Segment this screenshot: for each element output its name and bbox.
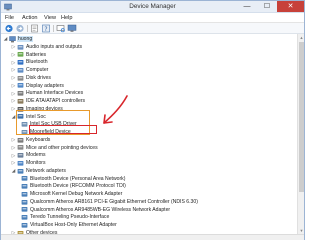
vertical-scrollbar[interactable]: ▲ ▼: [297, 34, 304, 234]
collapse-chevron-icon[interactable]: ◢: [3, 36, 8, 42]
expand-chevron-icon[interactable]: ▷: [11, 60, 16, 66]
annotation-arrow-icon: [103, 95, 128, 124]
toolbar-separator: [27, 25, 28, 32]
scroll-down-arrow-icon[interactable]: ▼: [298, 227, 305, 234]
disk-icon: [17, 75, 24, 81]
tree-item-label: Bluetooth Device (Personal Area Network): [30, 175, 126, 182]
modem-icon: [17, 153, 24, 158]
title-bar: Device Manager — ☐ ✕: [1, 1, 304, 13]
forward-icon[interactable]: [15, 24, 25, 33]
expand-chevron-icon[interactable]: ▷: [11, 98, 16, 104]
tree-item-label: Computer: [26, 67, 49, 74]
status-bar: [1, 234, 304, 240]
expand-chevron-icon[interactable]: ▷: [11, 153, 16, 159]
expand-chevron-icon[interactable]: ▷: [11, 137, 16, 143]
expand-chevron-icon[interactable]: ▷: [11, 145, 16, 151]
scroll-thumb[interactable]: [299, 42, 304, 192]
menu-bar: File Action View Help: [1, 13, 304, 23]
monitor-icon: [17, 160, 24, 166]
expand-chevron-icon[interactable]: ▷: [11, 160, 16, 166]
network-card-icon: [21, 215, 28, 220]
computer-icon: [9, 35, 16, 42]
moorefield-device-highlight-box: [29, 125, 97, 134]
minimize-button[interactable]: —: [237, 1, 257, 12]
network-card-icon: [21, 207, 28, 212]
scroll-up-arrow-icon[interactable]: ▲: [298, 34, 305, 41]
expand-chevron-icon[interactable]: ▷: [11, 52, 16, 58]
computer-icon: [17, 67, 24, 73]
tree-item-label: Teredo Tunneling Pseudo-Interface: [30, 214, 110, 221]
audio-icon: [17, 44, 24, 50]
tree-item-label: IDE ATA/ATAPI controllers: [26, 98, 86, 105]
tree-item-label: Display adapters: [26, 82, 64, 89]
expand-chevron-icon[interactable]: ▷: [11, 44, 16, 50]
network-icon: [17, 168, 24, 174]
expand-chevron-icon[interactable]: ▷: [11, 75, 16, 81]
tree-root[interactable]: ◢ huong: [3, 35, 63, 43]
toolbar-separator: [53, 25, 54, 32]
bluetooth-icon: [17, 60, 24, 65]
expand-chevron-icon[interactable]: ▷: [11, 67, 16, 73]
display-icon: [17, 83, 24, 88]
expand-chevron-icon[interactable]: ▷: [11, 91, 16, 97]
tree-item-label: Bluetooth: [26, 59, 48, 66]
menu-help[interactable]: Help: [61, 15, 73, 21]
mouse-icon: [17, 145, 24, 150]
menu-file[interactable]: File: [5, 15, 14, 21]
toolbar: ?: [1, 23, 304, 34]
tree-item-label: Monitors: [26, 160, 46, 167]
close-button[interactable]: ✕: [277, 1, 304, 12]
collapse-chevron-icon[interactable]: ◢: [11, 168, 16, 174]
network-card-icon: [21, 184, 28, 189]
ide-icon: [17, 98, 24, 104]
tree-root-label: huong: [17, 35, 34, 42]
network-card-icon: [21, 191, 28, 197]
device-manager-window: Device Manager — ☐ ✕ File Action View He…: [0, 0, 305, 240]
maximize-button[interactable]: ☐: [257, 1, 277, 12]
network-card-icon: [21, 222, 28, 228]
hid-icon: [17, 91, 24, 96]
tree-item-label: Batteries: [26, 51, 47, 58]
keyboard-icon: [17, 137, 24, 143]
tree-item-label: Disk drives: [26, 74, 51, 81]
tree-item-label: Bluetooth Device (RFCOMM Protocol TDI): [30, 183, 126, 190]
tree-item-label: Microsoft Kernel Debug Network Adapter: [30, 191, 123, 198]
tree-item-label: Qualcomm Atheros AR8161 PCI-E Gigabit Et…: [30, 198, 198, 205]
svg-text:?: ?: [44, 26, 47, 33]
menu-action[interactable]: Action: [22, 15, 38, 21]
tree-item-label: Human Interface Devices: [26, 90, 84, 97]
tree-item-label: Qualcomm Atheros AR9485WB-EG Wireless Ne…: [30, 206, 171, 213]
back-icon[interactable]: [4, 24, 14, 33]
network-card-icon: [21, 176, 28, 181]
network-card-icon: [21, 199, 28, 205]
tree-item-label: Keyboards: [26, 136, 51, 143]
help-icon[interactable]: ?: [41, 24, 51, 33]
tree-item-label: VirtualBox Host-Only Ethernet Adapter: [30, 222, 117, 229]
battery-icon: [17, 52, 24, 57]
scan-icon[interactable]: [56, 24, 66, 33]
tree-item-label: Mice and other pointing devices: [26, 144, 98, 151]
menu-view[interactable]: View: [44, 15, 56, 21]
tree-item-label: Network adapters: [26, 167, 66, 174]
tree-item-label: Modems: [26, 152, 46, 159]
expand-chevron-icon[interactable]: ▷: [11, 83, 16, 89]
properties-icon[interactable]: [30, 24, 40, 33]
monitor-icon[interactable]: [67, 24, 77, 33]
tree-item-label: Audio inputs and outputs: [26, 43, 83, 50]
